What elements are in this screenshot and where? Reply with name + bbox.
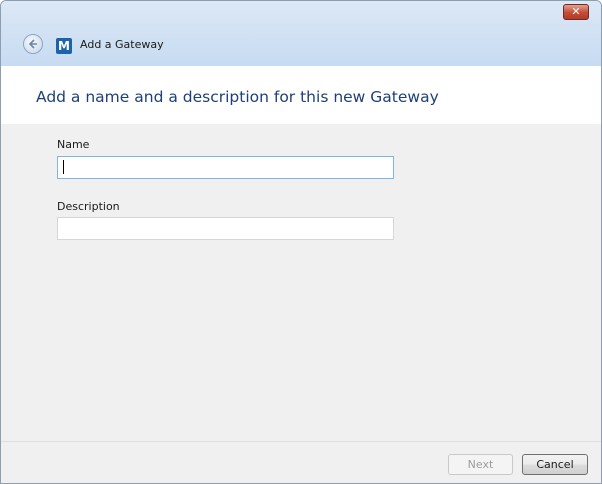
close-icon: ✕ bbox=[571, 5, 581, 18]
window-title: Add a Gateway bbox=[80, 38, 164, 51]
form-area: Name Description bbox=[1, 124, 601, 441]
app-logo-letter: M bbox=[58, 39, 70, 53]
description-input[interactable] bbox=[57, 217, 394, 240]
back-button[interactable] bbox=[23, 34, 43, 54]
footer-bar: Next Cancel bbox=[1, 441, 601, 483]
dialog-window: ✕ M Add a Gateway Add a name and a descr… bbox=[0, 0, 602, 484]
cancel-button[interactable]: Cancel bbox=[522, 454, 588, 475]
description-label: Description bbox=[57, 200, 120, 213]
next-button[interactable]: Next bbox=[448, 454, 513, 475]
header-band: Add a name and a description for this ne… bbox=[1, 66, 601, 124]
close-button[interactable]: ✕ bbox=[563, 4, 589, 20]
page-heading: Add a name and a description for this ne… bbox=[36, 88, 439, 106]
name-input[interactable] bbox=[57, 156, 394, 179]
name-label: Name bbox=[57, 138, 90, 151]
back-arrow-icon bbox=[28, 39, 37, 49]
title-bar: ✕ M Add a Gateway bbox=[1, 1, 601, 66]
text-caret bbox=[63, 160, 64, 174]
app-logo-icon: M bbox=[56, 38, 72, 54]
